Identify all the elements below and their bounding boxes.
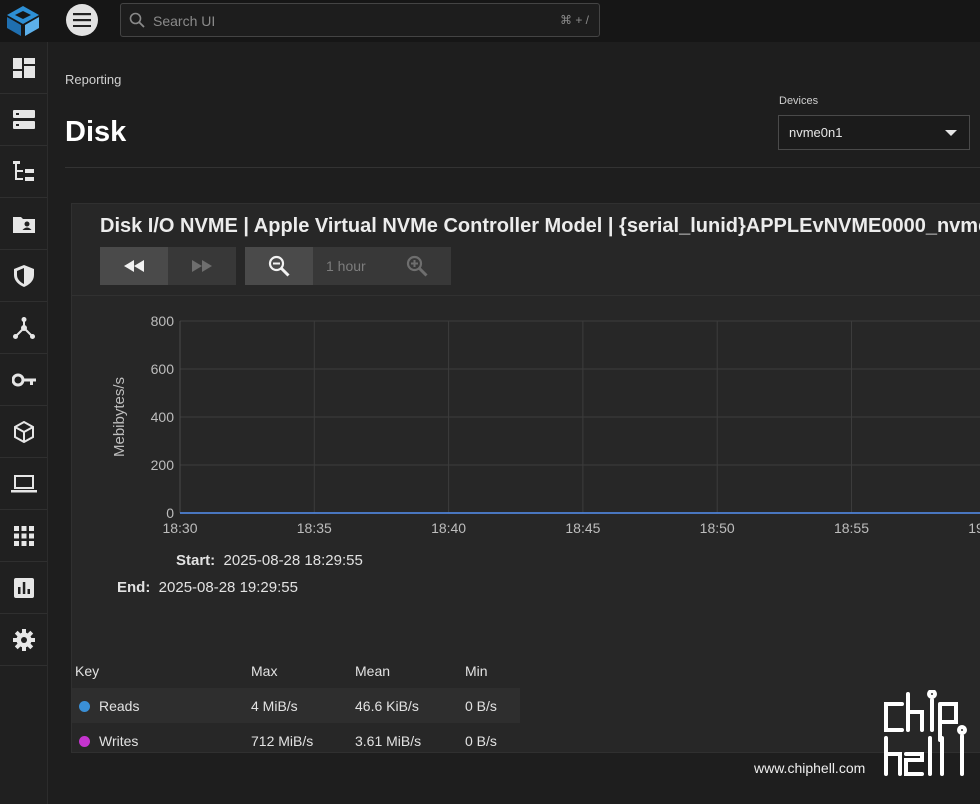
gear-icon [12, 628, 35, 651]
search-placeholder: Search UI [153, 13, 216, 29]
sidebar-item-datasets[interactable] [0, 146, 47, 198]
breadcrumb[interactable]: Reporting [65, 72, 121, 87]
start-row: Start: 2025-08-28 18:29:55 [176, 552, 363, 569]
datasets-icon [12, 160, 34, 181]
devices-select-value: nvme0n1 [789, 125, 843, 140]
sidebar [0, 42, 48, 804]
sidebar-item-dashboard[interactable] [0, 42, 47, 94]
chiphell-watermark-logo [884, 690, 967, 776]
sidebar-item-instances[interactable] [0, 458, 47, 510]
step-back-button[interactable] [100, 247, 168, 285]
header-divider [65, 167, 980, 168]
search-shortcut: ⌘ + / [559, 13, 589, 27]
sidebar-item-reporting[interactable] [0, 562, 47, 614]
zoom-in-icon [406, 255, 428, 277]
legend-header-max: Max [251, 663, 278, 679]
card-divider [72, 295, 980, 296]
writes-mean: 3.61 MiB/s [355, 732, 422, 749]
sidebar-item-credentials[interactable] [0, 250, 47, 302]
x-tick-label: 18:55 [834, 520, 869, 536]
devices-label: Devices [779, 95, 819, 107]
sidebar-item-apps[interactable] [0, 406, 47, 458]
reads-color-dot [79, 700, 90, 712]
step-forward-button[interactable] [168, 247, 236, 285]
zoom-out-icon [268, 255, 290, 277]
start-label: Start: [176, 552, 216, 569]
y-tick-label: 600 [151, 361, 175, 377]
shares-icon [12, 216, 35, 233]
x-tick-label: 18:50 [700, 520, 735, 536]
card-title: Disk I/O NVME | Apple Virtual NVMe Contr… [100, 215, 980, 237]
x-tick-label: 18:40 [431, 520, 466, 536]
legend-key-reads: Reads [72, 688, 251, 723]
search-input[interactable]: Search UI ⌘ + / [120, 3, 600, 37]
legend-key-writes: Writes [72, 723, 251, 758]
y-axis-label: Mebibytes/s [111, 377, 128, 457]
y-tick-label: 400 [151, 409, 175, 425]
reads-max: 4 MiB/s [251, 688, 355, 723]
key-icon [11, 373, 36, 386]
x-tick-label: 18:45 [565, 520, 600, 536]
hamburger-icon [73, 13, 91, 27]
end-value: 2025-08-28 19:29:55 [158, 579, 298, 596]
writes-min: 0 B/s [465, 732, 497, 749]
sidebar-item-settings[interactable] [0, 614, 47, 666]
sidebar-item-storage[interactable] [0, 94, 47, 146]
reads-min: 0 B/s [465, 688, 520, 723]
legend-name-reads: Reads [99, 697, 140, 714]
page-title: Disk [65, 116, 127, 148]
y-tick-label: 200 [151, 457, 175, 473]
watermark-text: www.chiphell.com [754, 760, 866, 776]
writes-color-dot [79, 735, 90, 747]
dashboard-icon [12, 57, 35, 78]
top-bar: Search UI ⌘ + / [0, 0, 980, 42]
shield-icon [13, 264, 34, 287]
x-tick-label: 19:00 [968, 520, 980, 536]
end-label: End: [117, 579, 151, 596]
legend-table: Key Max Mean Min Reads 4 MiB/s 46.6 KiB/… [72, 654, 520, 758]
writes-max: 712 MiB/s [251, 732, 314, 749]
search-icon [129, 12, 145, 28]
start-value: 2025-08-28 18:29:55 [223, 552, 363, 569]
sidebar-item-shares[interactable] [0, 198, 47, 250]
time-range-label: 1 hour [313, 247, 383, 285]
legend-name-writes: Writes [99, 732, 139, 749]
network-icon [12, 316, 35, 339]
reads-mean: 46.6 KiB/s [355, 688, 465, 723]
legend-row-writes[interactable]: Writes 712 MiB/s 3.61 MiB/s 0 B/s [72, 723, 520, 758]
sidebar-item-network[interactable] [0, 302, 47, 354]
devices-select[interactable]: nvme0n1 [778, 115, 970, 150]
apps-cube-icon [13, 420, 34, 443]
grid-icon [13, 525, 34, 546]
main-menu-button[interactable] [66, 4, 98, 36]
y-tick-label: 0 [166, 505, 174, 521]
zoom-out-button[interactable] [245, 247, 313, 285]
legend-header-key: Key [75, 663, 100, 679]
legend-header-mean: Mean [355, 663, 391, 679]
y-tick-label: 800 [151, 313, 175, 329]
reporting-icon [13, 577, 34, 598]
storage-icon [12, 109, 35, 129]
legend-header-min: Min [465, 663, 488, 679]
zoom-in-button[interactable] [383, 247, 451, 285]
disk-io-chart: 800 600 400 200 018:30 18:35 18:40 18:45 18:50 18… [111, 313, 980, 536]
x-tick-label: 18:35 [297, 520, 332, 536]
sidebar-item-system[interactable] [0, 510, 47, 562]
rewind-icon [124, 260, 144, 272]
sidebar-item-keys[interactable] [0, 354, 47, 406]
disk-io-card: Disk I/O NVME | Apple Virtual NVMe Contr… [71, 203, 980, 753]
fast-forward-icon [192, 260, 212, 272]
laptop-icon [10, 474, 37, 492]
legend-row-reads[interactable]: Reads 4 MiB/s 46.6 KiB/s 0 B/s [72, 688, 520, 723]
end-row: End: 2025-08-28 19:29:55 [117, 579, 298, 596]
legend-header-row: Key Max Mean Min [72, 654, 520, 688]
x-tick-label: 18:30 [162, 520, 197, 536]
chevron-down-icon [945, 130, 957, 136]
truenas-logo-icon[interactable] [4, 4, 42, 38]
